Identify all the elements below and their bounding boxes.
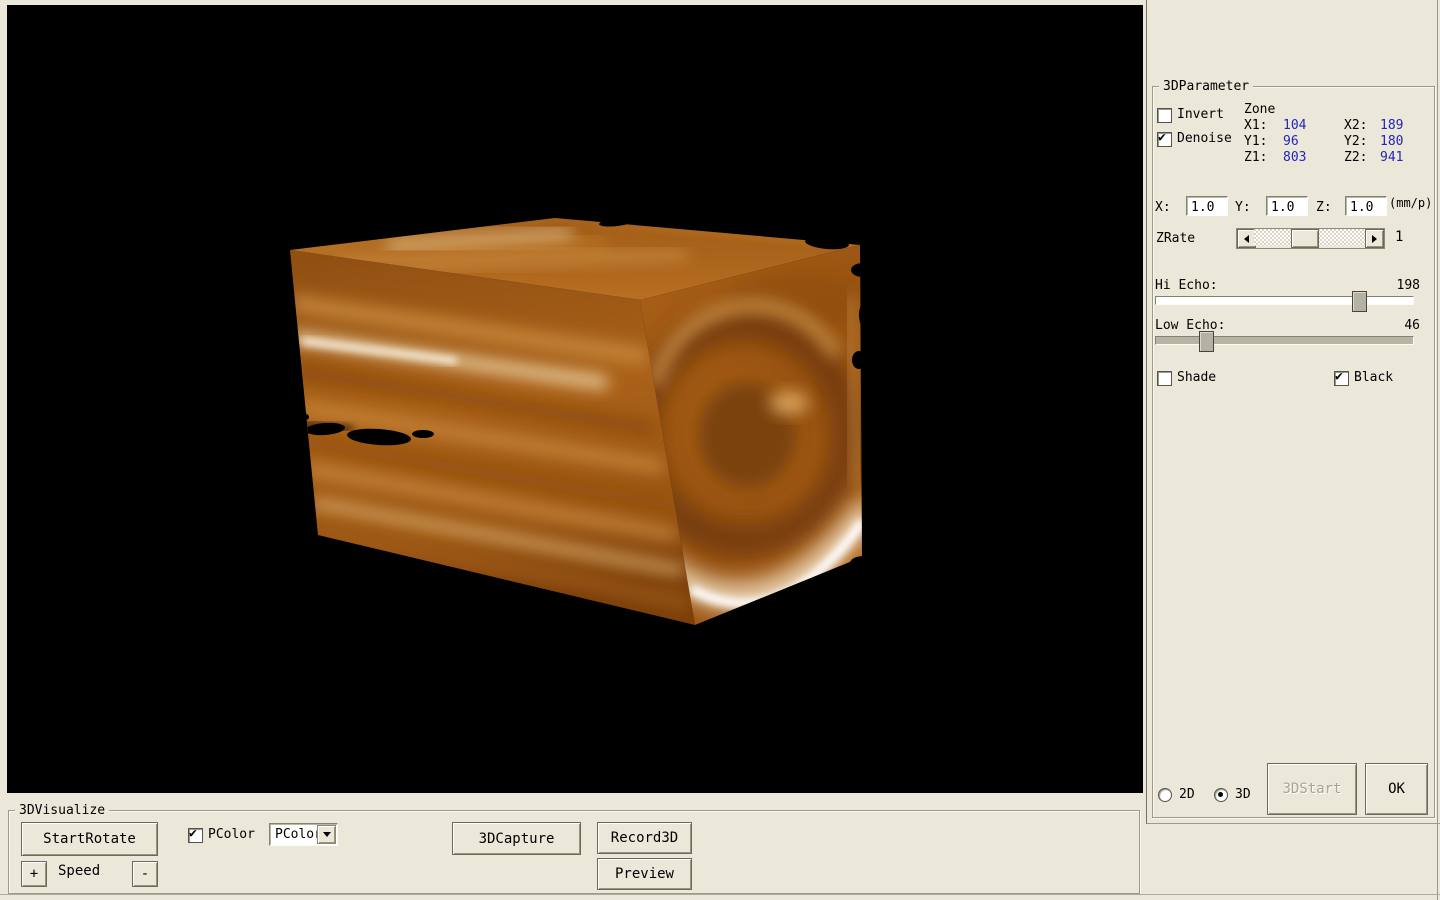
- hi-echo-slider-thumb[interactable]: [1352, 291, 1367, 312]
- record-3d-button[interactable]: Record3D: [597, 822, 692, 854]
- zone-y2-label: Y2:: [1344, 134, 1367, 149]
- denoise-checkbox[interactable]: ✔: [1157, 132, 1172, 147]
- pcolor-dropdown[interactable]: PColor: [269, 823, 338, 846]
- visualize-groupbox-title: 3DVisualize: [15, 803, 109, 818]
- ultrasound-volume-render: [7, 5, 1143, 793]
- pcolor-checkbox[interactable]: ✔: [188, 828, 203, 843]
- black-checkbox[interactable]: ✔: [1334, 371, 1349, 386]
- denoise-label: Denoise: [1177, 131, 1232, 146]
- scale-x-input[interactable]: [1186, 196, 1228, 216]
- hi-echo-label: Hi Echo:: [1155, 278, 1218, 293]
- zone-z1-value: 803: [1283, 150, 1306, 165]
- zone-title: Zone: [1244, 102, 1275, 117]
- zrate-scroll-right-button[interactable]: [1365, 229, 1384, 248]
- invert-label: Invert: [1177, 107, 1224, 122]
- zrate-label: ZRate: [1156, 231, 1195, 246]
- scale-z-input[interactable]: [1345, 196, 1387, 216]
- pcolor-label: PColor: [208, 827, 255, 842]
- scale-y-label: Y:: [1235, 200, 1251, 215]
- zone-y1-value: 96: [1283, 134, 1299, 149]
- low-echo-track[interactable]: [1155, 336, 1414, 345]
- capture-3d-button[interactable]: 3DCapture: [452, 822, 581, 855]
- zone-x1-label: X1:: [1244, 118, 1267, 133]
- window-right-edge: [1437, 0, 1438, 900]
- low-echo-value: 46: [1380, 318, 1420, 333]
- start-rotate-button[interactable]: StartRotate: [21, 822, 158, 856]
- application-window: 3DParameter ✔ Invert ✔ Denoise Zone X1: …: [0, 0, 1440, 900]
- invert-checkbox[interactable]: ✔: [1157, 108, 1172, 123]
- zone-x2-value: 189: [1380, 118, 1403, 133]
- render-viewport[interactable]: [7, 5, 1143, 793]
- zone-x2-label: X2:: [1344, 118, 1367, 133]
- zone-x1-value: 104: [1283, 118, 1306, 133]
- pcolor-dropdown-button[interactable]: [317, 825, 336, 844]
- arrow-right-icon: [1372, 235, 1381, 243]
- zone-z2-value: 941: [1380, 150, 1403, 165]
- low-echo-slider-thumb[interactable]: [1199, 331, 1214, 352]
- pcolor-dropdown-value: PColor: [275, 827, 322, 842]
- mode-3d-radio[interactable]: [1214, 788, 1228, 802]
- mode-2d-label: 2D: [1179, 787, 1195, 802]
- scale-z-label: Z:: [1316, 200, 1332, 215]
- hi-echo-value: 198: [1380, 278, 1420, 293]
- window-bottom-edge: [0, 894, 1440, 895]
- black-label: Black: [1354, 370, 1393, 385]
- arrow-left-icon: [1240, 235, 1249, 243]
- zone-z2-label: Z2:: [1344, 150, 1367, 165]
- speed-minus-button[interactable]: -: [132, 861, 158, 887]
- zrate-value: 1: [1395, 230, 1403, 245]
- ok-button[interactable]: OK: [1365, 763, 1428, 815]
- chevron-down-icon: [323, 832, 331, 841]
- mode-3d-label: 3D: [1235, 787, 1251, 802]
- zrate-scrollbar[interactable]: [1236, 228, 1385, 249]
- speed-label: Speed: [58, 864, 100, 879]
- zone-z1-label: Z1:: [1244, 150, 1267, 165]
- scale-y-input[interactable]: [1266, 196, 1308, 216]
- zrate-scroll-thumb[interactable]: [1291, 229, 1319, 248]
- mode-2d-radio[interactable]: [1158, 788, 1172, 802]
- zone-y1-label: Y1:: [1244, 134, 1267, 149]
- shade-label: Shade: [1177, 370, 1216, 385]
- start-3d-button[interactable]: 3DStart: [1267, 763, 1357, 815]
- hi-echo-track[interactable]: [1155, 296, 1414, 305]
- zone-y2-value: 180: [1380, 134, 1403, 149]
- speed-plus-button[interactable]: +: [21, 861, 47, 887]
- low-echo-label: Low Echo:: [1155, 318, 1225, 333]
- scale-x-label: X:: [1155, 200, 1171, 215]
- preview-button[interactable]: Preview: [597, 858, 692, 890]
- parameter-groupbox-title: 3DParameter: [1159, 79, 1253, 94]
- scale-unit-label: (mm/p): [1389, 196, 1432, 211]
- shade-checkbox[interactable]: ✔: [1157, 371, 1172, 386]
